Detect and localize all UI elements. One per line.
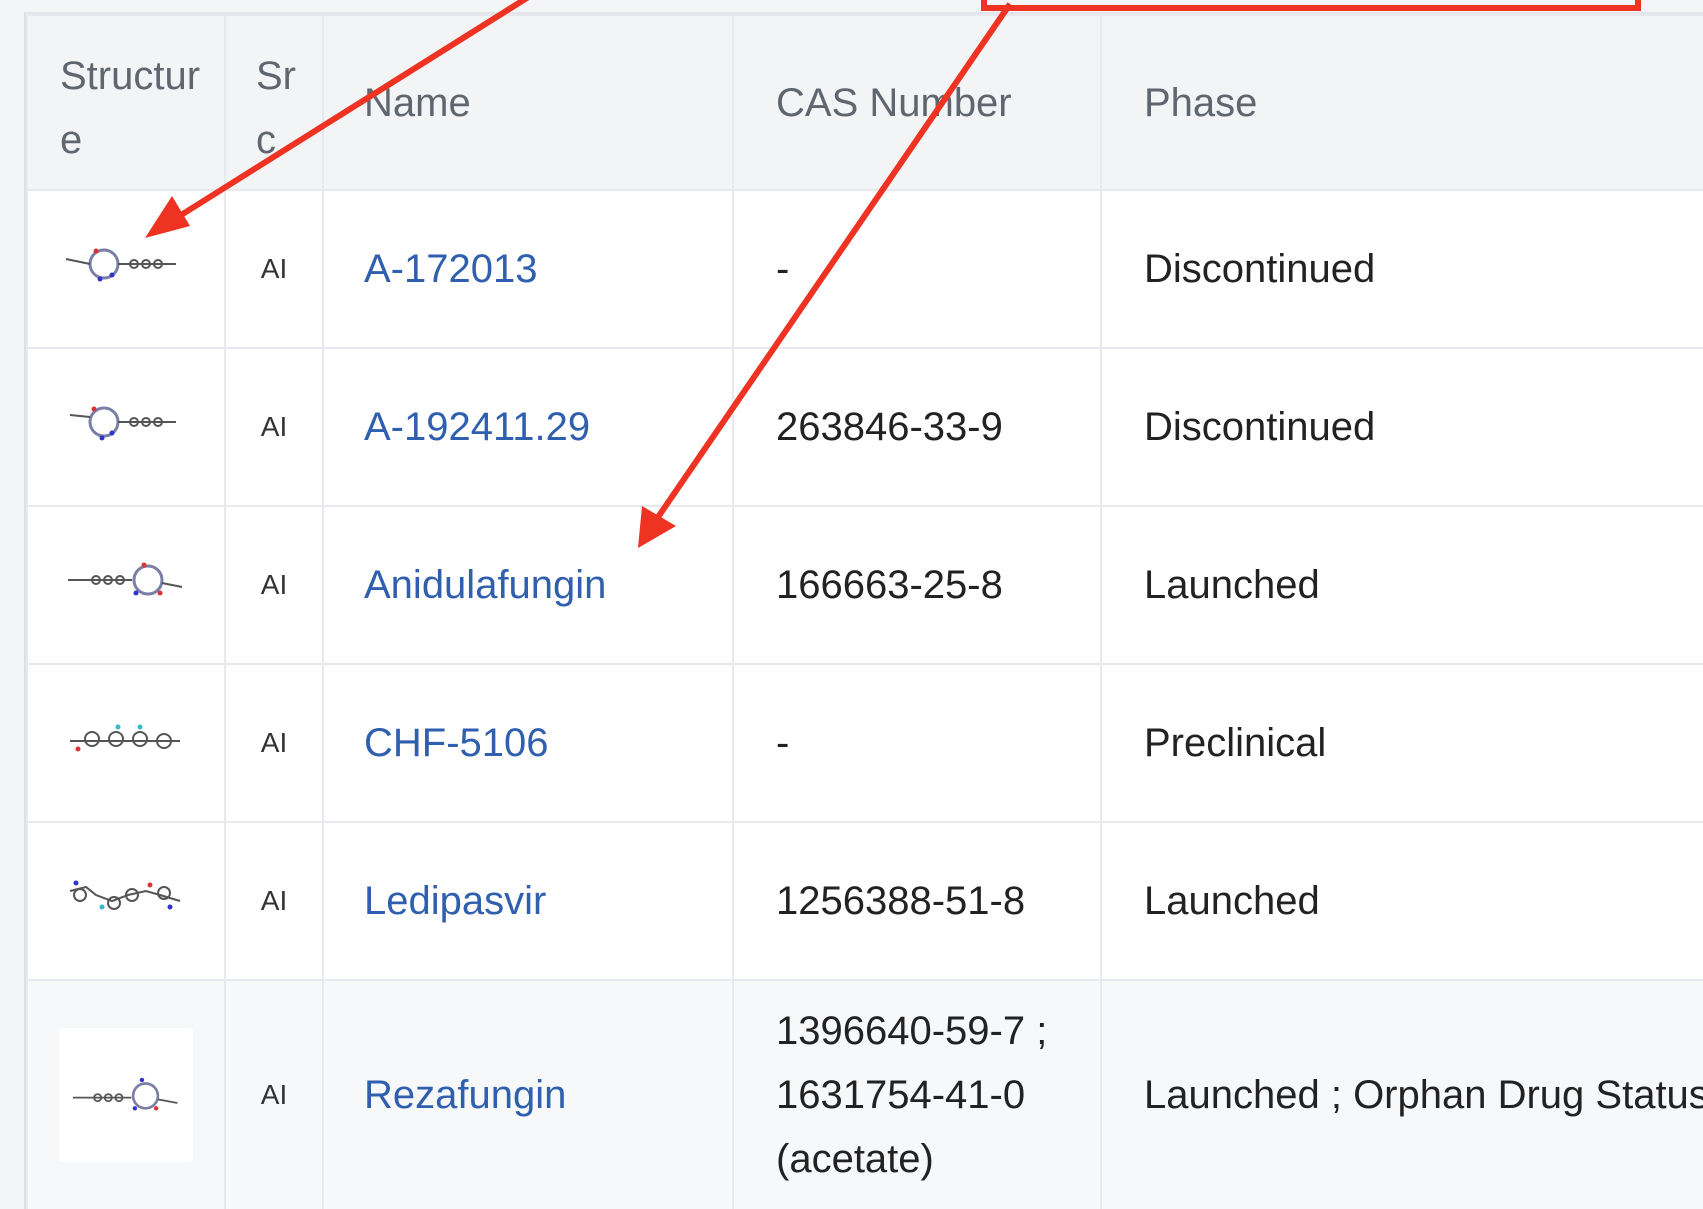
structure-cell (26, 821, 226, 981)
cas-cell: 263846-33-9 (732, 347, 1102, 507)
header-cas-number[interactable]: CAS Number (732, 14, 1102, 191)
structure-cell (26, 189, 226, 349)
structure-thumbnail[interactable] (59, 1028, 193, 1162)
name-cell: A-192411.29 (322, 347, 734, 507)
molecule-structure-icon[interactable] (56, 229, 196, 299)
phase-cell: Launched ; Orphan Drug Status (1100, 979, 1703, 1209)
molecule-structure-icon[interactable] (56, 387, 196, 457)
annotation-highlight-box (981, 0, 1641, 11)
src-cell: AI (224, 347, 324, 507)
cas-cell: - (732, 189, 1102, 349)
molecule-structure-icon[interactable] (56, 703, 196, 773)
table-row: AI A-192411.29 263846-33-9 Discontinued (26, 347, 1703, 507)
src-cell: AI (224, 979, 324, 1209)
table-header-row: Structure Src Name CAS Number Phase (26, 14, 1703, 191)
cas-cell: - (732, 663, 1102, 823)
phase-cell: Launched (1100, 505, 1703, 665)
structure-cell (26, 347, 226, 507)
src-cell: AI (224, 821, 324, 981)
table-row: AI Ledipasvir 1256388-51-8 Launched (26, 821, 1703, 981)
structure-cell (26, 979, 226, 1209)
drug-name-link[interactable]: A-172013 (364, 247, 537, 291)
drug-name-link[interactable]: Ledipasvir (364, 879, 546, 923)
src-cell: AI (224, 663, 324, 823)
header-src[interactable]: Src (224, 14, 324, 191)
drug-name-link[interactable]: CHF-5106 (364, 721, 549, 765)
cas-cell: 1396640-59-7 ; 1631754-41-0 (acetate) (732, 979, 1102, 1209)
phase-cell: Discontinued (1100, 347, 1703, 507)
drug-name-link[interactable]: A-192411.29 (364, 405, 590, 449)
structure-cell (26, 505, 226, 665)
molecule-structure-icon[interactable] (56, 545, 196, 615)
table-row: AI Rezafungin 1396640-59-7 ; 1631754-41-… (26, 979, 1703, 1209)
table-row: AI Anidulafungin 166663-25-8 Launched (26, 505, 1703, 665)
header-name[interactable]: Name (322, 14, 734, 191)
phase-cell: Launched (1100, 821, 1703, 981)
structure-cell (26, 663, 226, 823)
name-cell: Anidulafungin (322, 505, 734, 665)
phase-cell: Discontinued (1100, 189, 1703, 349)
drug-name-link[interactable]: Rezafungin (364, 1073, 566, 1117)
drug-name-link[interactable]: Anidulafungin (364, 563, 606, 607)
table-row: AI CHF-5106 - Preclinical (26, 663, 1703, 823)
src-cell: AI (224, 505, 324, 665)
header-phase[interactable]: Phase (1100, 14, 1703, 191)
cas-cell: 166663-25-8 (732, 505, 1102, 665)
name-cell: Rezafungin (322, 979, 734, 1209)
name-cell: A-172013 (322, 189, 734, 349)
header-structure[interactable]: Structure (26, 14, 226, 191)
phase-cell: Preclinical (1100, 663, 1703, 823)
molecule-structure-icon (72, 1077, 178, 1111)
src-cell: AI (224, 189, 324, 349)
name-cell: CHF-5106 (322, 663, 734, 823)
table-row: AI A-172013 - Discontinued (26, 189, 1703, 349)
compound-table-container: Structure Src Name CAS Number Phase AI A… (24, 12, 1703, 1209)
compound-table: Structure Src Name CAS Number Phase AI A… (26, 14, 1703, 1209)
molecule-structure-icon[interactable] (56, 861, 196, 931)
name-cell: Ledipasvir (322, 821, 734, 981)
cas-cell: 1256388-51-8 (732, 821, 1102, 981)
